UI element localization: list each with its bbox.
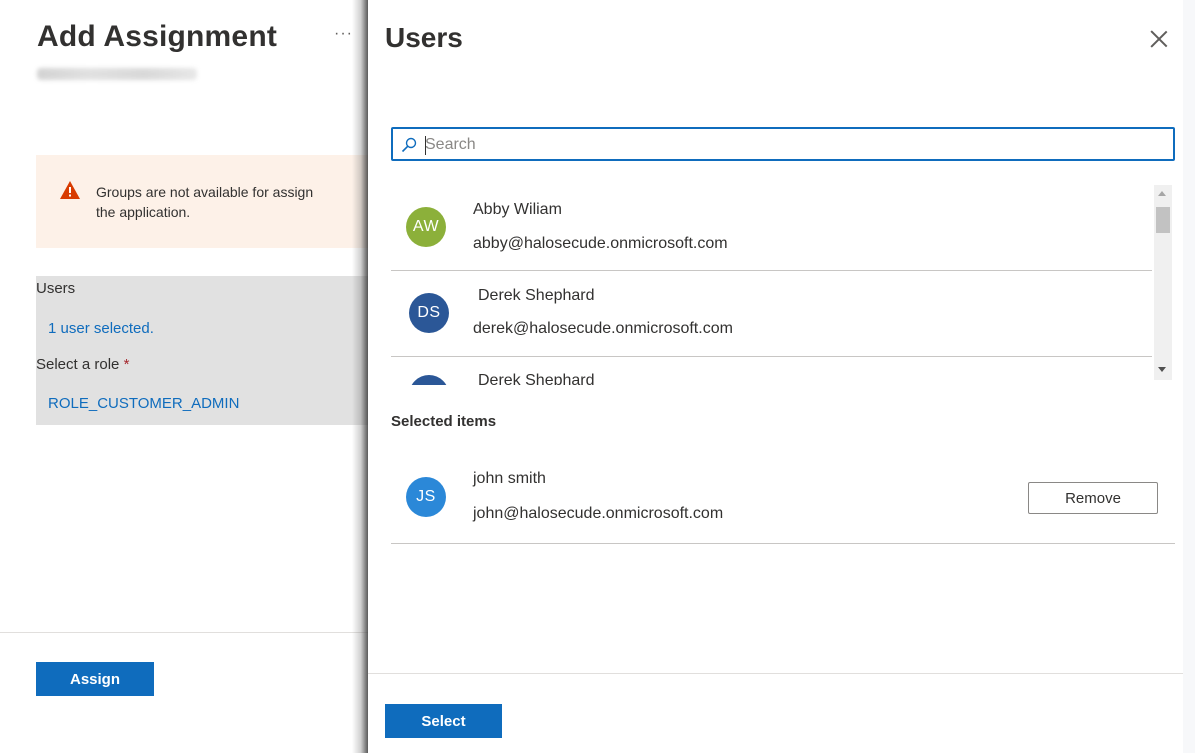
scroll-up-arrow-icon[interactable] xyxy=(1158,191,1166,196)
select-role-label: Select a role * xyxy=(36,356,129,373)
add-assignment-blade: Add Assignment ··· Groups are not availa… xyxy=(0,0,370,753)
more-options-button[interactable]: ··· xyxy=(334,25,353,43)
assign-button[interactable]: Assign xyxy=(36,662,154,696)
avatar: JS xyxy=(406,477,446,517)
avatar: AW xyxy=(406,207,446,247)
selected-items-heading: Selected items xyxy=(391,413,497,430)
user-row[interactable]: DS Derek Shephard derek@halosecude.onmic… xyxy=(391,271,1152,357)
users-selected-link[interactable]: 1 user selected. xyxy=(48,320,154,337)
role-value-link[interactable]: ROLE_CUSTOMER_ADMIN xyxy=(48,395,239,412)
user-row[interactable]: Derek Shephard xyxy=(391,357,1152,385)
user-name: Derek Shephard xyxy=(478,372,595,385)
user-name: Abby Wiliam xyxy=(473,201,562,218)
remove-button[interactable]: Remove xyxy=(1028,482,1158,514)
scroll-down-arrow-icon[interactable] xyxy=(1158,367,1166,372)
selected-user-name: john smith xyxy=(473,470,546,487)
select-button[interactable]: Select xyxy=(385,704,502,738)
footer-divider xyxy=(0,632,370,633)
background-page-edge xyxy=(1183,0,1195,753)
assignment-form: Users 1 user selected. Select a role * R… xyxy=(36,276,370,425)
warning-text: Groups are not available for assign the … xyxy=(96,184,314,220)
search-icon xyxy=(401,137,417,153)
list-scrollbar[interactable] xyxy=(1154,185,1172,380)
selected-user-email: john@halosecude.onmicrosoft.com xyxy=(473,505,724,522)
blade-shadow xyxy=(352,0,368,753)
users-label: Users xyxy=(36,280,76,297)
avatar xyxy=(409,375,449,385)
selected-item-row: JS john smith john@halosecude.onmicrosof… xyxy=(391,455,1175,544)
user-results-list: AW Abby Wiliam abby@halosecude.onmicroso… xyxy=(391,185,1175,385)
scroll-thumb[interactable] xyxy=(1156,207,1170,233)
warning-banner: Groups are not available for assign the … xyxy=(36,155,370,248)
user-email: derek@halosecude.onmicrosoft.com xyxy=(473,320,733,337)
search-box[interactable] xyxy=(391,127,1175,161)
select-role-label-text: Select a role xyxy=(36,356,120,373)
text-caret xyxy=(425,136,426,155)
required-marker: * xyxy=(123,356,130,373)
users-flyout: Users AW Abby Wiliam abby@halosecude.onm… xyxy=(368,0,1183,753)
search-input[interactable] xyxy=(425,133,1165,157)
user-row[interactable]: AW Abby Wiliam abby@halosecude.onmicroso… xyxy=(391,185,1152,271)
avatar: DS xyxy=(409,293,449,333)
close-icon[interactable] xyxy=(1148,28,1170,50)
user-email: abby@halosecude.onmicrosoft.com xyxy=(473,235,728,252)
page-title: Add Assignment xyxy=(37,20,278,53)
user-name: Derek Shephard xyxy=(478,287,595,304)
warning-icon xyxy=(60,181,80,199)
flyout-title: Users xyxy=(385,22,463,53)
blurred-subtitle xyxy=(37,68,197,80)
footer-divider xyxy=(368,673,1183,674)
